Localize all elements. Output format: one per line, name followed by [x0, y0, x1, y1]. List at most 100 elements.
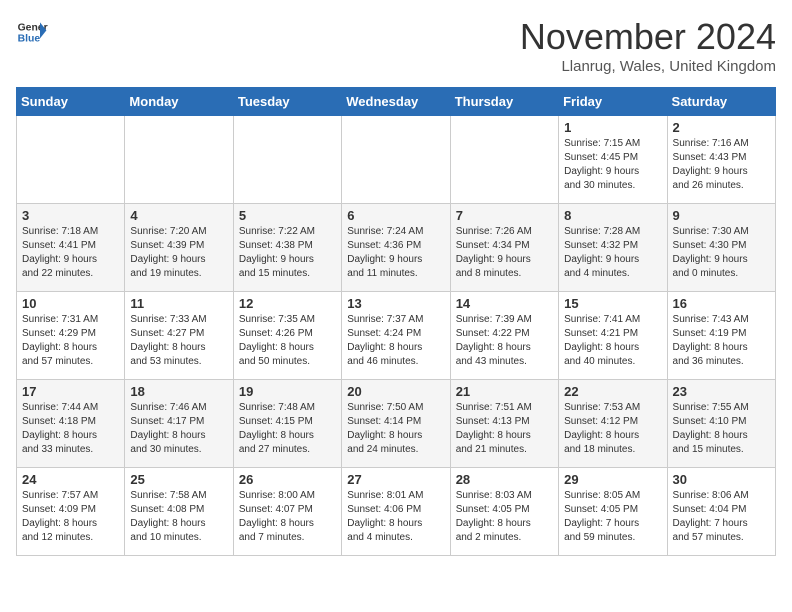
day-info: Sunrise: 7:41 AM Sunset: 4:21 PM Dayligh…: [564, 313, 661, 369]
title-block: November 2024 Llanrug, Wales, United Kin…: [520, 16, 776, 75]
svg-text:Blue: Blue: [18, 34, 41, 45]
calendar-week-row: 1 Sunrise: 7:15 AM Sunset: 4:45 PM Daylig…: [17, 116, 776, 204]
calendar-week-row: 17 Sunrise: 7:44 AM Sunset: 4:18 PM Dayli…: [17, 380, 776, 468]
day-number: 6: [347, 208, 444, 223]
calendar-week-row: 24Sunrise: 7:57 AM Sunset: 4:09 PM Dayli…: [17, 468, 776, 556]
day-number: 11: [130, 296, 227, 311]
calendar-cell: 13Sunrise: 7:37 AM Sunset: 4:24 PM Dayli…: [342, 292, 450, 380]
calendar-cell: 25 Sunrise: 7:58 AM Sunset: 4:08 PM Dayli…: [125, 468, 233, 556]
day-info: Sunrise: 7:46 AM Sunset: 4:17 PM Dayligh…: [130, 401, 227, 457]
day-info: Sunrise: 7:22 AM Sunset: 4:38 PM Dayligh…: [239, 225, 336, 281]
day-info: Sunrise: 8:06 AM Sunset: 4:04 PM Dayligh…: [673, 489, 770, 545]
day-number: 1: [564, 120, 661, 135]
day-number: 25: [130, 472, 227, 487]
day-info: Sunrise: 7:57 AM Sunset: 4:09 PM Dayligh…: [22, 489, 119, 545]
weekday-header-cell: Sunday: [17, 88, 125, 116]
calendar-cell: 9 Sunrise: 7:30 AM Sunset: 4:30 PM Daylig…: [667, 204, 775, 292]
day-number: 30: [673, 472, 770, 487]
day-number: 12: [239, 296, 336, 311]
logo-icon: General Blue: [16, 16, 48, 48]
day-info: Sunrise: 7:50 AM Sunset: 4:14 PM Dayligh…: [347, 401, 444, 457]
day-info: Sunrise: 7:58 AM Sunset: 4:08 PM Dayligh…: [130, 489, 227, 545]
calendar-cell: 21 Sunrise: 7:51 AM Sunset: 4:13 PM Dayli…: [450, 380, 558, 468]
day-info: Sunrise: 7:48 AM Sunset: 4:15 PM Dayligh…: [239, 401, 336, 457]
day-number: 20: [347, 384, 444, 399]
calendar-cell: [125, 116, 233, 204]
calendar-cell: [450, 116, 558, 204]
day-number: 15: [564, 296, 661, 311]
location: Llanrug, Wales, United Kingdom: [520, 58, 776, 75]
day-info: Sunrise: 7:33 AM Sunset: 4:27 PM Dayligh…: [130, 313, 227, 369]
calendar-cell: 28 Sunrise: 8:03 AM Sunset: 4:05 PM Dayli…: [450, 468, 558, 556]
header: General Blue November 2024 Llanrug, Wale…: [16, 16, 776, 75]
calendar-cell: 4Sunrise: 7:20 AM Sunset: 4:39 PM Daylig…: [125, 204, 233, 292]
day-info: Sunrise: 7:51 AM Sunset: 4:13 PM Dayligh…: [456, 401, 553, 457]
day-number: 18: [130, 384, 227, 399]
weekday-header-cell: Tuesday: [233, 88, 341, 116]
weekday-header-cell: Friday: [559, 88, 667, 116]
day-number: 17: [22, 384, 119, 399]
calendar-cell: 2 Sunrise: 7:16 AM Sunset: 4:43 PM Daylig…: [667, 116, 775, 204]
day-number: 5: [239, 208, 336, 223]
calendar-cell: 5 Sunrise: 7:22 AM Sunset: 4:38 PM Daylig…: [233, 204, 341, 292]
day-number: 29: [564, 472, 661, 487]
calendar-cell: 20 Sunrise: 7:50 AM Sunset: 4:14 PM Dayli…: [342, 380, 450, 468]
calendar-cell: 1 Sunrise: 7:15 AM Sunset: 4:45 PM Daylig…: [559, 116, 667, 204]
day-number: 23: [673, 384, 770, 399]
calendar-cell: 16 Sunrise: 7:43 AM Sunset: 4:19 PM Dayli…: [667, 292, 775, 380]
weekday-header-cell: Saturday: [667, 88, 775, 116]
day-number: 16: [673, 296, 770, 311]
day-info: Sunrise: 8:01 AM Sunset: 4:06 PM Dayligh…: [347, 489, 444, 545]
calendar-week-row: 10 Sunrise: 7:31 AM Sunset: 4:29 PM Dayli…: [17, 292, 776, 380]
day-info: Sunrise: 7:30 AM Sunset: 4:30 PM Dayligh…: [673, 225, 770, 281]
day-number: 27: [347, 472, 444, 487]
calendar-week-row: 3Sunrise: 7:18 AM Sunset: 4:41 PM Daylig…: [17, 204, 776, 292]
day-info: Sunrise: 7:26 AM Sunset: 4:34 PM Dayligh…: [456, 225, 553, 281]
day-info: Sunrise: 7:55 AM Sunset: 4:10 PM Dayligh…: [673, 401, 770, 457]
day-info: Sunrise: 8:03 AM Sunset: 4:05 PM Dayligh…: [456, 489, 553, 545]
calendar-cell: 19 Sunrise: 7:48 AM Sunset: 4:15 PM Dayli…: [233, 380, 341, 468]
day-info: Sunrise: 7:31 AM Sunset: 4:29 PM Dayligh…: [22, 313, 119, 369]
calendar-cell: 6Sunrise: 7:24 AM Sunset: 4:36 PM Daylig…: [342, 204, 450, 292]
calendar-cell: 15 Sunrise: 7:41 AM Sunset: 4:21 PM Dayli…: [559, 292, 667, 380]
calendar-body: 1 Sunrise: 7:15 AM Sunset: 4:45 PM Daylig…: [17, 116, 776, 556]
calendar-cell: [233, 116, 341, 204]
day-info: Sunrise: 8:05 AM Sunset: 4:05 PM Dayligh…: [564, 489, 661, 545]
day-info: Sunrise: 7:20 AM Sunset: 4:39 PM Dayligh…: [130, 225, 227, 281]
calendar-cell: 12Sunrise: 7:35 AM Sunset: 4:26 PM Dayli…: [233, 292, 341, 380]
calendar-cell: 10 Sunrise: 7:31 AM Sunset: 4:29 PM Dayli…: [17, 292, 125, 380]
day-number: 28: [456, 472, 553, 487]
calendar-cell: 24Sunrise: 7:57 AM Sunset: 4:09 PM Dayli…: [17, 468, 125, 556]
day-number: 7: [456, 208, 553, 223]
calendar-table: SundayMondayTuesdayWednesdayThursdayFrid…: [16, 87, 776, 556]
day-info: Sunrise: 7:15 AM Sunset: 4:45 PM Dayligh…: [564, 137, 661, 193]
month-title: November 2024: [520, 16, 776, 58]
weekday-header-cell: Wednesday: [342, 88, 450, 116]
day-number: 19: [239, 384, 336, 399]
weekday-header-cell: Thursday: [450, 88, 558, 116]
day-info: Sunrise: 7:44 AM Sunset: 4:18 PM Dayligh…: [22, 401, 119, 457]
day-info: Sunrise: 7:16 AM Sunset: 4:43 PM Dayligh…: [673, 137, 770, 193]
day-number: 9: [673, 208, 770, 223]
calendar-cell: 23 Sunrise: 7:55 AM Sunset: 4:10 PM Dayli…: [667, 380, 775, 468]
day-info: Sunrise: 7:28 AM Sunset: 4:32 PM Dayligh…: [564, 225, 661, 281]
day-info: Sunrise: 7:37 AM Sunset: 4:24 PM Dayligh…: [347, 313, 444, 369]
day-info: Sunrise: 7:43 AM Sunset: 4:19 PM Dayligh…: [673, 313, 770, 369]
calendar-cell: 7 Sunrise: 7:26 AM Sunset: 4:34 PM Daylig…: [450, 204, 558, 292]
calendar-cell: 17 Sunrise: 7:44 AM Sunset: 4:18 PM Dayli…: [17, 380, 125, 468]
day-info: Sunrise: 8:00 AM Sunset: 4:07 PM Dayligh…: [239, 489, 336, 545]
day-number: 14: [456, 296, 553, 311]
day-number: 10: [22, 296, 119, 311]
day-info: Sunrise: 7:39 AM Sunset: 4:22 PM Dayligh…: [456, 313, 553, 369]
weekday-header-row: SundayMondayTuesdayWednesdayThursdayFrid…: [17, 88, 776, 116]
day-number: 21: [456, 384, 553, 399]
calendar-cell: 29 Sunrise: 8:05 AM Sunset: 4:05 PM Dayli…: [559, 468, 667, 556]
calendar-cell: 8Sunrise: 7:28 AM Sunset: 4:32 PM Daylig…: [559, 204, 667, 292]
weekday-header-cell: Monday: [125, 88, 233, 116]
day-number: 2: [673, 120, 770, 135]
day-info: Sunrise: 7:53 AM Sunset: 4:12 PM Dayligh…: [564, 401, 661, 457]
calendar-cell: 14 Sunrise: 7:39 AM Sunset: 4:22 PM Dayli…: [450, 292, 558, 380]
calendar-cell: 11 Sunrise: 7:33 AM Sunset: 4:27 PM Dayli…: [125, 292, 233, 380]
day-info: Sunrise: 7:18 AM Sunset: 4:41 PM Dayligh…: [22, 225, 119, 281]
day-number: 22: [564, 384, 661, 399]
